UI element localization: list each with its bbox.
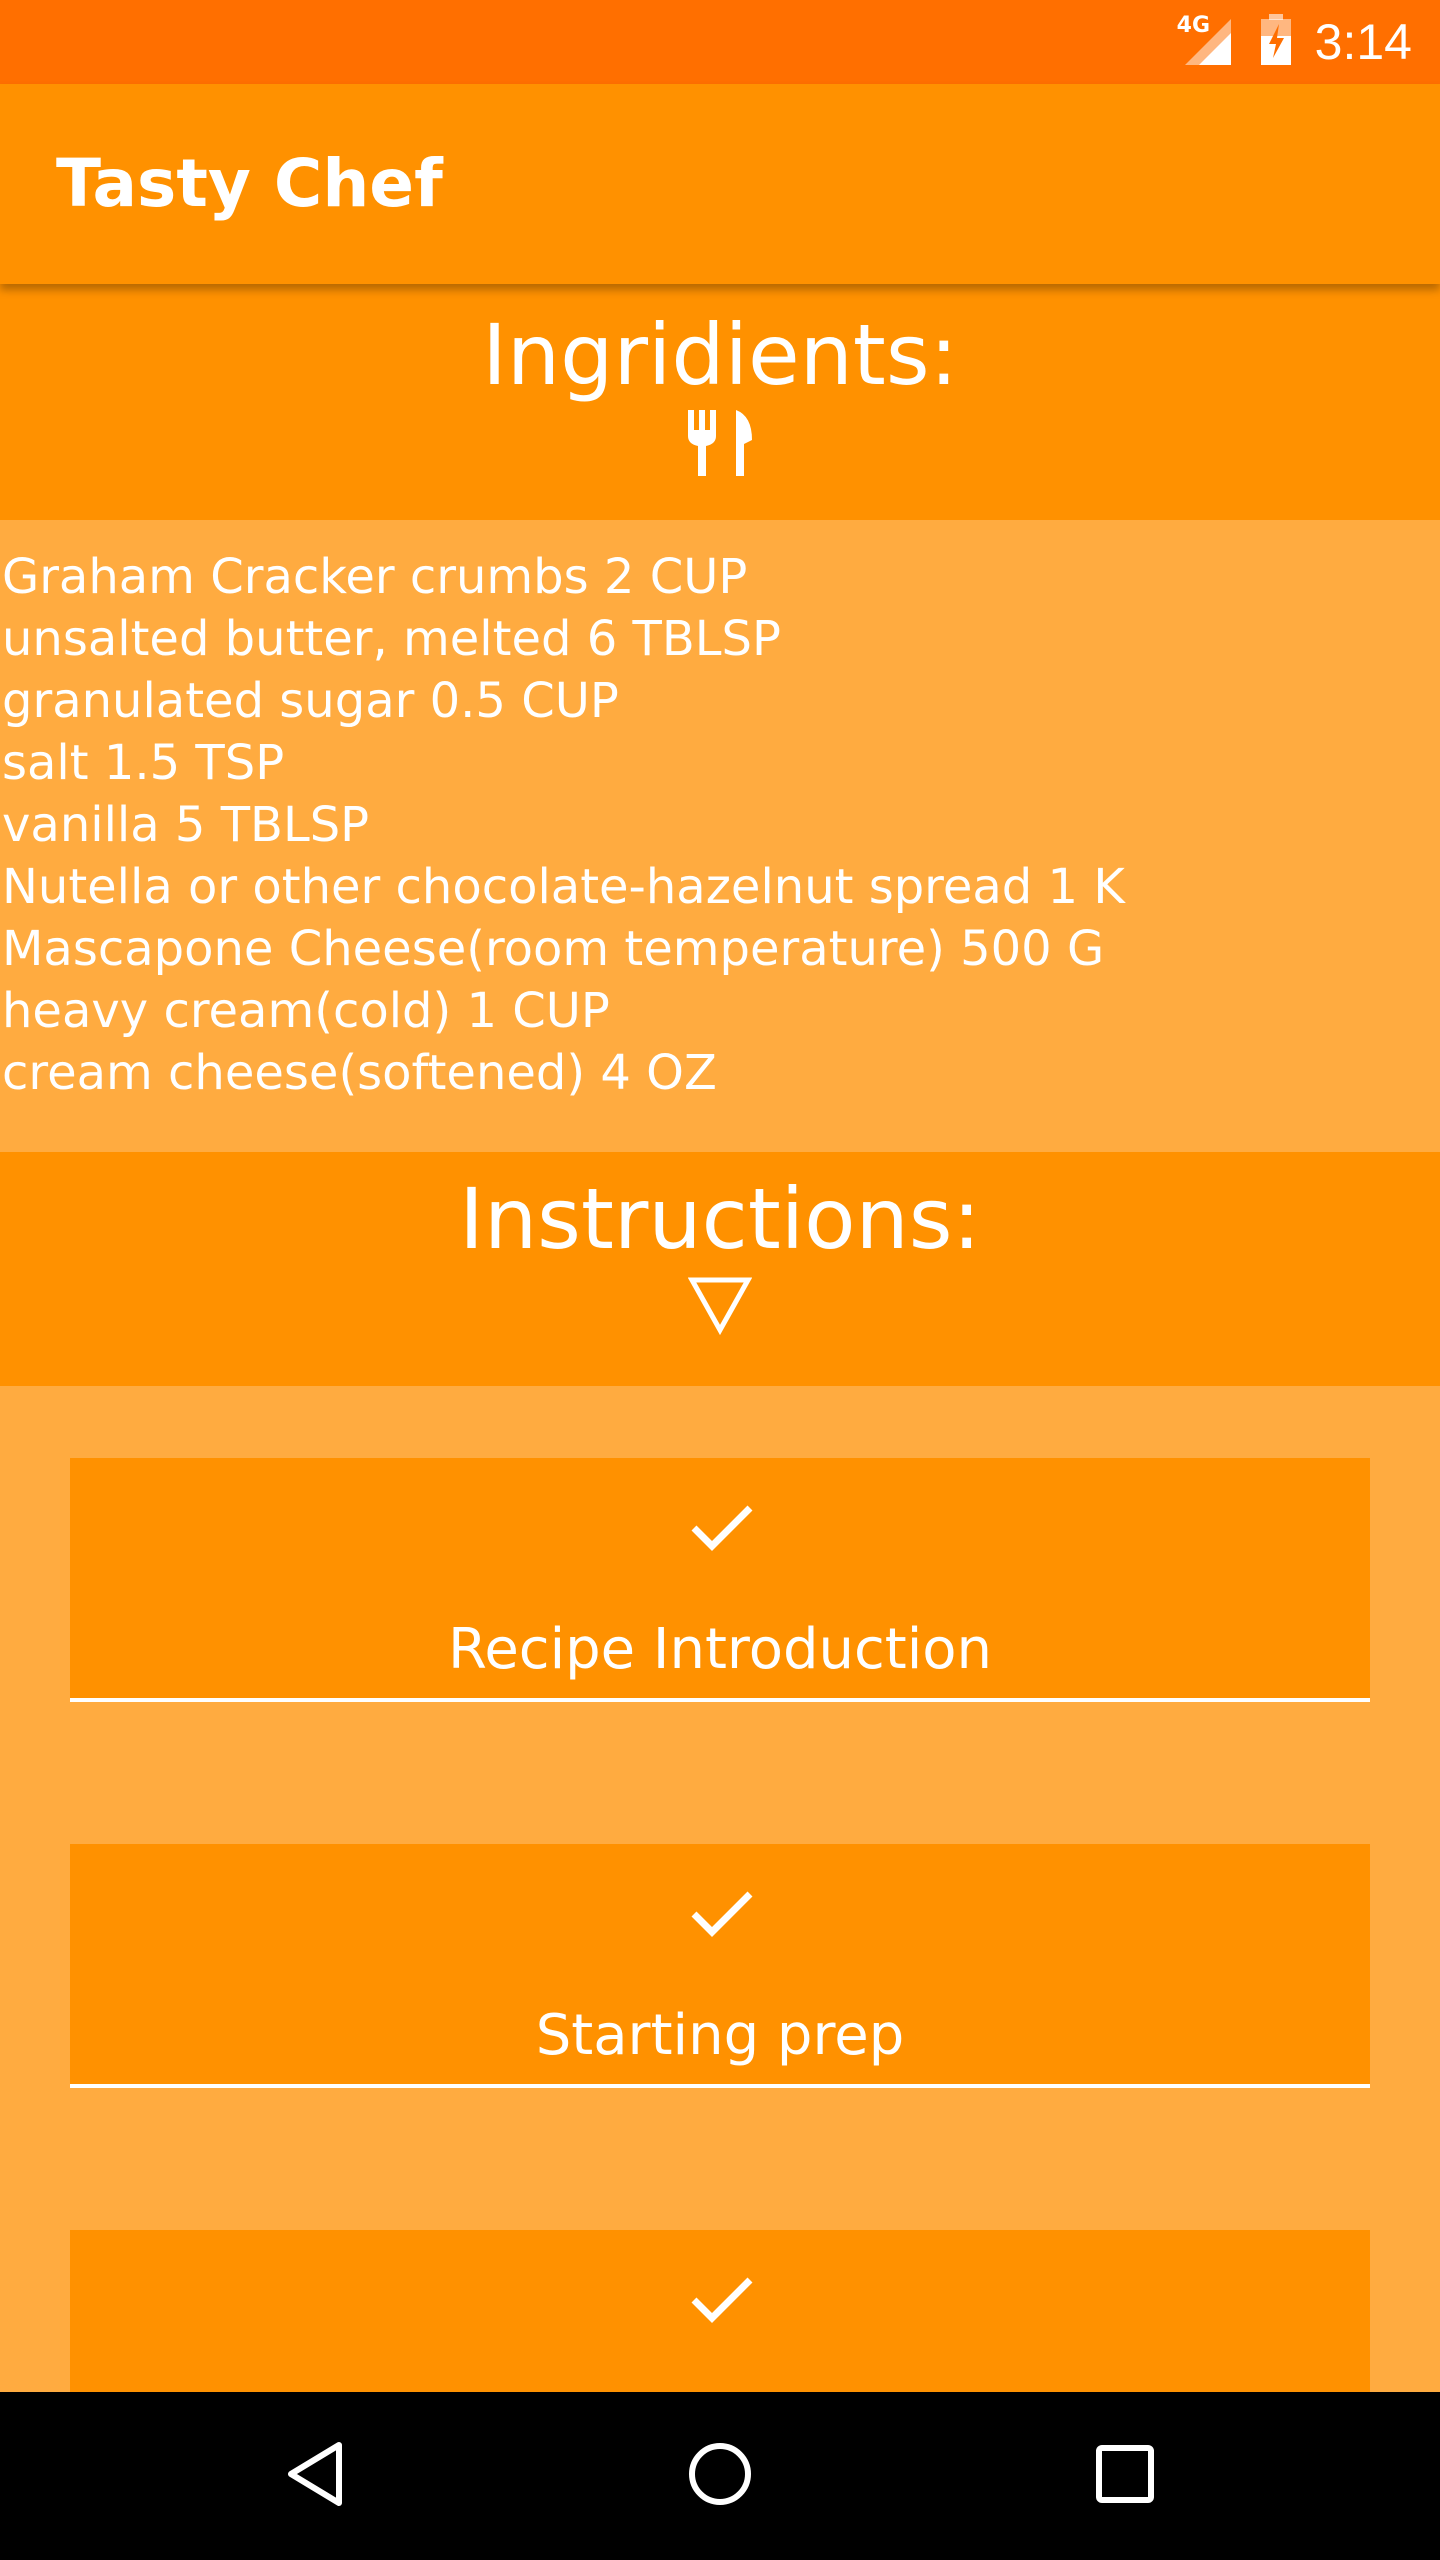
ingredient-item: Mascapone Cheese(room temperature) 500 G <box>2 921 1105 977</box>
signal-icon: 4G <box>1177 13 1237 67</box>
instructions-list: Recipe Introduction Starting prep <box>0 1386 1440 2392</box>
step-label: Recipe Introduction <box>447 1617 993 1682</box>
step-underline <box>70 2084 1370 2088</box>
ingredient-item: Nutella or other chocolate-hazelnut spre… <box>2 859 1125 915</box>
status-bar: 4G 3:14 <box>0 0 1440 84</box>
recents-icon <box>1095 2444 1155 2508</box>
ingredient-item: granulated sugar 0.5 CUP <box>2 673 619 729</box>
instructions-header[interactable]: Instructions: <box>0 1152 1440 1386</box>
status-icons: 4G 3:14 <box>1177 0 1412 84</box>
ingredient-item: vanilla 5 TBLSP <box>2 797 370 853</box>
utensils-icon <box>684 406 756 482</box>
ingredient-item: cream cheese(softened) 4 OZ <box>2 1045 717 1101</box>
step-card-recipe-introduction[interactable]: Recipe Introduction <box>70 1458 1370 1702</box>
home-icon <box>687 2441 753 2511</box>
check-icon <box>690 2274 754 2328</box>
status-time: 3:14 <box>1314 14 1412 70</box>
back-icon <box>285 2441 345 2511</box>
ingredient-item: salt 1.5 TSP <box>2 735 285 791</box>
ingredient-item: unsalted butter, melted 6 TBLSP <box>2 611 781 667</box>
ingredient-item: heavy cream(cold) 1 CUP <box>2 983 610 1039</box>
battery-charging-icon <box>1259 14 1293 70</box>
step-label: Starting prep <box>535 2003 905 2068</box>
check-icon <box>690 1502 754 1556</box>
home-button[interactable] <box>665 2392 775 2560</box>
ingredients-title: Ingridients: <box>482 306 958 404</box>
check-icon <box>690 1888 754 1942</box>
recents-button[interactable] <box>1070 2392 1180 2560</box>
app-bar: Tasty Chef <box>0 84 1440 284</box>
step-underline <box>70 1698 1370 1702</box>
instructions-title: Instructions: <box>459 1170 981 1268</box>
step-card-starting-prep[interactable]: Starting prep <box>70 1844 1370 2088</box>
step-card-next[interactable] <box>70 2230 1370 2392</box>
navigation-bar <box>0 2392 1440 2560</box>
ingredient-item: Graham Cracker crumbs 2 CUP <box>2 549 748 605</box>
triangle-down-icon[interactable] <box>687 1276 753 1340</box>
ingredients-list: Graham Cracker crumbs 2 CUP unsalted but… <box>0 520 1440 1152</box>
back-button[interactable] <box>260 2392 370 2560</box>
app-title: Tasty Chef <box>56 145 443 222</box>
ingredients-header: Ingridients: <box>0 284 1440 520</box>
